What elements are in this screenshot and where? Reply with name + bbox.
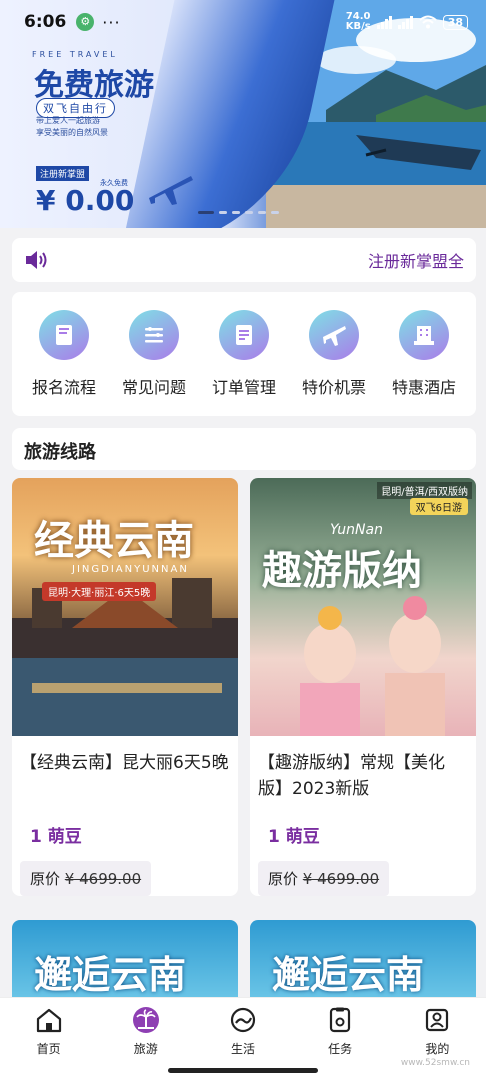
menu-item-label: 特价机票 bbox=[301, 378, 366, 397]
menu-item-label: 报名流程 bbox=[31, 378, 96, 397]
carousel-dot[interactable] bbox=[198, 211, 214, 214]
product-image-tag: 双飞6日游 bbox=[409, 498, 468, 515]
product-image-subtitle: YunNan bbox=[330, 522, 383, 538]
banner-desc-line: 带上爱人一起旅游 bbox=[36, 116, 100, 125]
original-price-label: 原价 bbox=[268, 870, 299, 888]
book-icon bbox=[39, 310, 89, 360]
product-image-title: 邂逅云南 bbox=[272, 952, 425, 997]
quick-menu: 报名流程 常见问题 订单管理 特价机票 特惠酒店 bbox=[12, 292, 476, 416]
carousel-dot[interactable] bbox=[219, 211, 227, 214]
carousel-indicator[interactable] bbox=[198, 211, 279, 214]
product-price: 1 萌豆 bbox=[268, 827, 320, 847]
menu-item-label: 特惠酒店 bbox=[391, 378, 456, 397]
banner-desc-line: 享受美丽的自然风景 bbox=[36, 128, 108, 137]
original-price-value: ¥ 4699.00 bbox=[302, 870, 380, 888]
menu-item-label: 常见问题 bbox=[121, 378, 186, 397]
banner-price: ¥ 0.00 bbox=[36, 184, 135, 217]
original-price-label: 原价 bbox=[30, 870, 61, 888]
product-image-title: 邂逅云南 bbox=[34, 952, 187, 997]
tab-label: 我的 bbox=[425, 1042, 450, 1056]
carousel-dot[interactable] bbox=[245, 211, 253, 214]
product-card[interactable]: 经典云南 JINGDIANYUNNAN 昆明·大理·丽江·6天5晚 【经典云南】… bbox=[12, 478, 238, 896]
product-title: 【趣游版纳】常规【美化版】2023新版 bbox=[258, 753, 445, 799]
product-card[interactable]: 昆明/普洱/西双版纳 双飞6日游 YunNan 趣游版纳 【趣游版纳】常规【美化… bbox=[250, 478, 476, 896]
palm-tree-icon bbox=[132, 1007, 159, 1033]
task-icon bbox=[330, 1007, 351, 1033]
notification-app-icon: ⚙ bbox=[76, 13, 95, 31]
speaker-icon bbox=[26, 251, 47, 269]
announcement-text: 注册新掌盟全 bbox=[367, 252, 464, 271]
original-price-badge: 原价 ¥ 4699.00 bbox=[20, 861, 152, 896]
document-icon bbox=[219, 310, 269, 360]
product-image-tag: 昆明/普洱/西双版纳 bbox=[377, 482, 472, 499]
battery-indicator: 38 bbox=[442, 14, 468, 30]
banner-description: 带上爱人一起旅游 享受美丽的自然风景 bbox=[36, 115, 108, 139]
original-price-value: ¥ 4699.00 bbox=[64, 870, 142, 888]
profile-icon bbox=[426, 1008, 449, 1032]
menu-item-order-management[interactable]: 订单管理 bbox=[202, 310, 286, 416]
more-notifications-icon: ··· bbox=[102, 12, 121, 32]
status-bar: 6:06 ⚙ ··· 74.0 KB/s 38 bbox=[0, 0, 486, 44]
network-speed-unit: KB/s bbox=[345, 21, 371, 32]
network-speed: 74.0 KB/s bbox=[346, 12, 371, 32]
tab-label: 生活 bbox=[230, 1042, 255, 1056]
list-icon bbox=[129, 310, 179, 360]
watermark: www.52smw.cn bbox=[400, 1058, 470, 1068]
airplane-icon bbox=[149, 176, 193, 205]
product-title: 【经典云南】昆大丽6天5晚 bbox=[20, 753, 229, 773]
home-icon bbox=[36, 1008, 61, 1033]
menu-item-faq[interactable]: 常见问题 bbox=[112, 310, 196, 416]
tab-home[interactable]: 首页 bbox=[9, 1006, 89, 1080]
banner-register-tag: 注册新掌盟 bbox=[36, 166, 90, 181]
portrait-illustration bbox=[300, 596, 445, 736]
original-price-badge: 原价 ¥ 4699.00 bbox=[258, 861, 390, 896]
section-header: 旅游线路 bbox=[12, 428, 476, 470]
announcement-bar[interactable]: 注册新掌盟全 bbox=[12, 238, 476, 282]
product-image-tag: 昆明·大理·丽江·6天5晚 bbox=[42, 582, 157, 601]
hotel-icon bbox=[399, 310, 449, 360]
menu-item-registration-process[interactable]: 报名流程 bbox=[22, 310, 106, 416]
status-time: 6:06 bbox=[24, 12, 67, 32]
home-indicator[interactable] bbox=[168, 1068, 318, 1073]
life-icon bbox=[230, 1007, 256, 1033]
product-image-title: 经典云南 bbox=[34, 517, 194, 564]
carousel-dot[interactable] bbox=[258, 211, 266, 214]
wifi-icon bbox=[419, 15, 437, 29]
tab-label: 首页 bbox=[36, 1042, 61, 1056]
product-price: 1 萌豆 bbox=[30, 827, 82, 847]
banner-english-caption: FREE TRAVEL bbox=[32, 50, 118, 59]
signal-icon bbox=[376, 15, 392, 29]
tab-label: 旅游 bbox=[133, 1042, 158, 1056]
tab-label: 任务 bbox=[328, 1042, 353, 1056]
menu-item-label: 订单管理 bbox=[211, 378, 276, 397]
product-image-subtitle: JINGDIANYUNNAN bbox=[72, 564, 189, 575]
signal-icon bbox=[397, 15, 413, 29]
status-indicators: 74.0 KB/s 38 bbox=[346, 12, 468, 32]
airplane-icon bbox=[309, 310, 359, 360]
tab-profile[interactable]: 我的 bbox=[397, 1006, 477, 1080]
menu-item-discount-hotels[interactable]: 特惠酒店 bbox=[382, 310, 466, 416]
product-image-title: 趣游版纳 bbox=[262, 547, 422, 594]
section-title: 旅游线路 bbox=[24, 442, 96, 463]
product-image: 昆明/普洱/西双版纳 双飞6日游 YunNan 趣游版纳 bbox=[250, 478, 476, 736]
menu-item-discount-flights[interactable]: 特价机票 bbox=[292, 310, 376, 416]
product-image: 经典云南 JINGDIANYUNNAN 昆明·大理·丽江·6天5晚 bbox=[12, 478, 238, 736]
carousel-dot[interactable] bbox=[232, 211, 240, 214]
carousel-dot[interactable] bbox=[271, 211, 279, 214]
